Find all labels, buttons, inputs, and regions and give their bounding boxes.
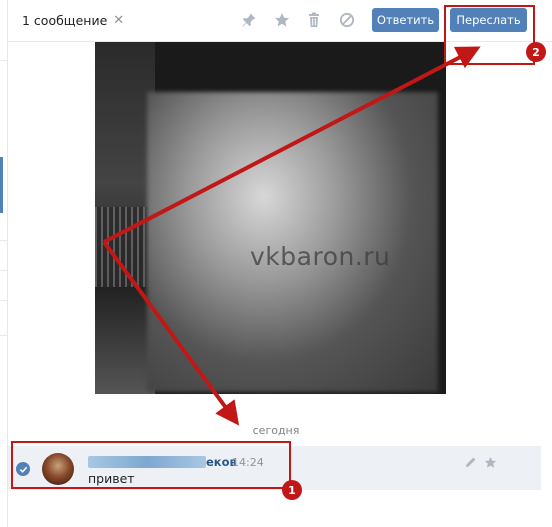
star-icon[interactable] bbox=[273, 11, 291, 29]
selection-count-label: 1 сообщение bbox=[22, 13, 108, 28]
star-icon[interactable] bbox=[483, 455, 497, 469]
sidebar-divider bbox=[0, 240, 8, 241]
edit-icon[interactable] bbox=[463, 455, 477, 469]
annotation-badge-2: 2 bbox=[526, 42, 546, 62]
reply-button[interactable]: Ответить bbox=[372, 8, 439, 32]
annotation-badge-1: 1 bbox=[282, 480, 302, 500]
sidebar-divider bbox=[0, 270, 8, 271]
trash-icon[interactable] bbox=[305, 11, 323, 29]
annotation-highlight-message bbox=[11, 441, 291, 489]
photo-attachment[interactable]: vkbaron.ru bbox=[95, 42, 446, 394]
sidebar-divider bbox=[0, 335, 8, 336]
sidebar-active-indicator bbox=[0, 157, 3, 213]
selection-count: 1 сообщение ✕ bbox=[22, 13, 124, 28]
photo-fence bbox=[95, 207, 150, 287]
block-icon[interactable] bbox=[338, 11, 356, 29]
date-divider: сегодня bbox=[252, 424, 300, 437]
sidebar-edge bbox=[0, 0, 8, 527]
sidebar-divider bbox=[0, 60, 8, 61]
annotation-highlight-forward bbox=[444, 5, 535, 65]
sidebar-divider bbox=[0, 300, 8, 301]
watermark: vkbaron.ru bbox=[250, 242, 391, 271]
clear-selection-icon[interactable]: ✕ bbox=[113, 13, 124, 28]
pin-icon[interactable] bbox=[240, 11, 258, 29]
